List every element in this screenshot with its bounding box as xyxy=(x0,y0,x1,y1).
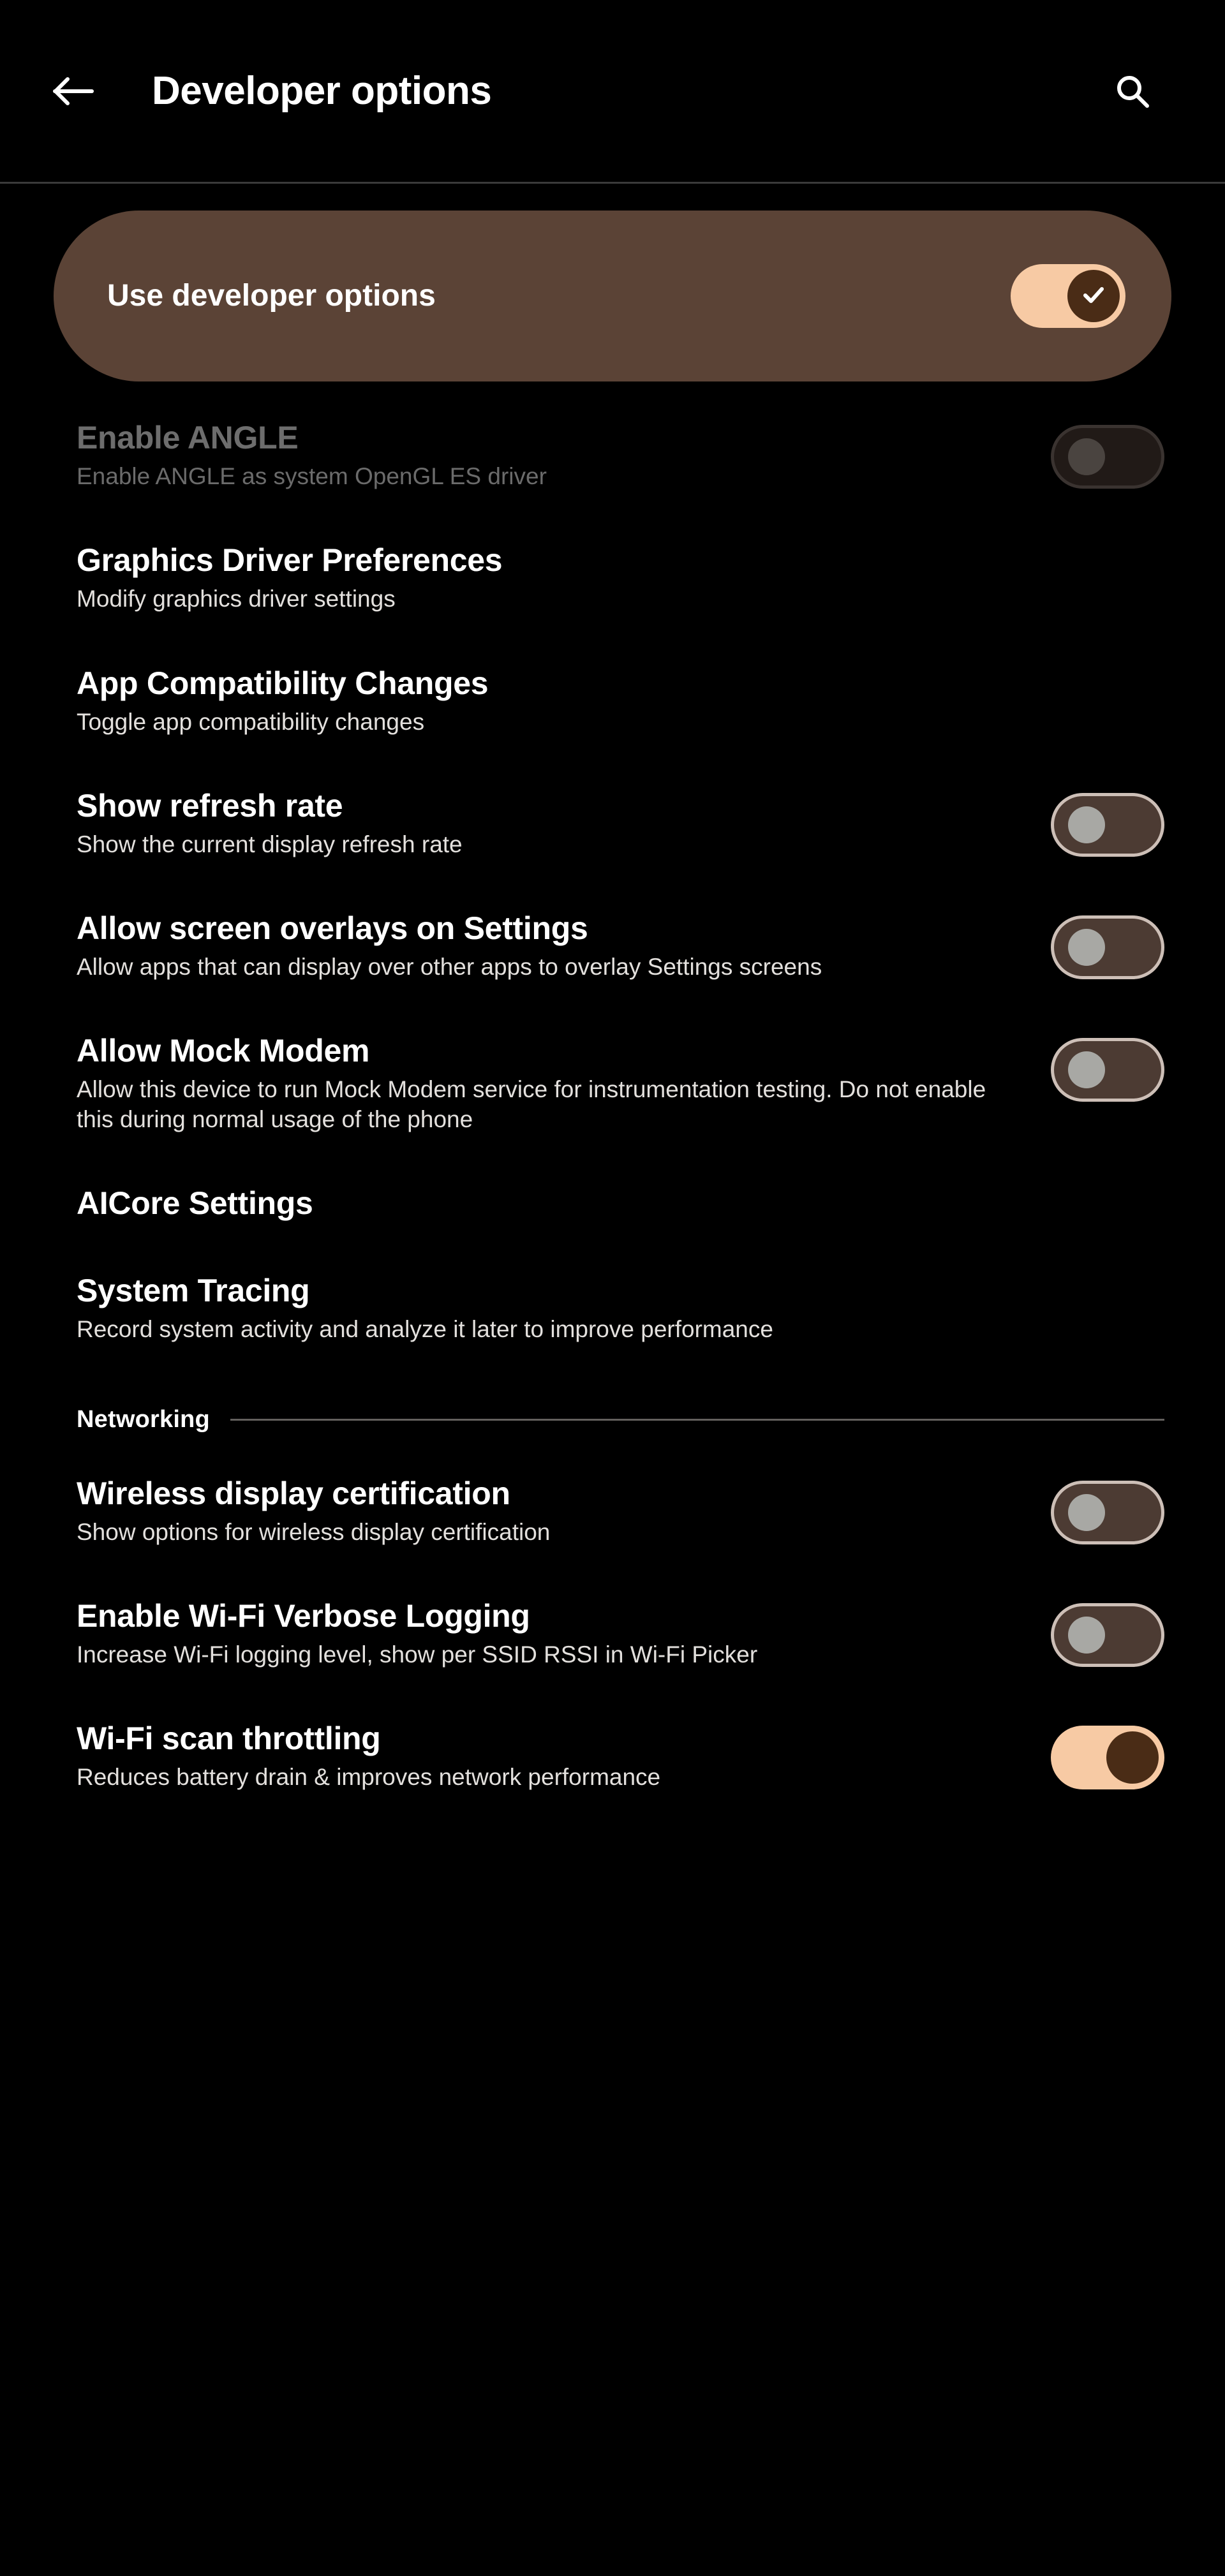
row-text: AICore Settings xyxy=(77,1185,1164,1222)
row-subtitle: Modify graphics driver settings xyxy=(77,586,396,612)
row-text: Graphics Driver Preferences Modify graph… xyxy=(77,542,1164,614)
search-icon xyxy=(1113,72,1152,110)
row-aicore-settings[interactable]: AICore Settings xyxy=(0,1160,1225,1248)
toggle-allow-mock-modem[interactable] xyxy=(1051,1038,1164,1102)
row-subtitle: Allow this device to run Mock Modem serv… xyxy=(77,1076,986,1132)
row-subtitle: Show the current display refresh rate xyxy=(77,831,463,857)
section-label: Networking xyxy=(77,1405,210,1433)
row-title: Enable Wi-Fi Verbose Logging xyxy=(77,1597,530,1634)
use-developer-options-banner[interactable]: Use developer options xyxy=(54,211,1171,381)
row-graphics-driver-preferences[interactable]: Graphics Driver Preferences Modify graph… xyxy=(0,517,1225,639)
toggle-thumb xyxy=(1068,438,1105,475)
toggle-enable-wifi-verbose-logging[interactable] xyxy=(1051,1603,1164,1667)
toggle-thumb xyxy=(1067,270,1120,322)
search-button[interactable] xyxy=(1101,59,1164,123)
toggle-thumb xyxy=(1068,1493,1105,1531)
toggle-wifi-scan-throttling[interactable] xyxy=(1051,1726,1164,1789)
row-app-compatibility-changes[interactable]: App Compatibility Changes Toggle app com… xyxy=(0,640,1225,762)
row-subtitle: Show options for wireless display certif… xyxy=(77,1518,551,1545)
row-subtitle: Increase Wi-Fi logging level, show per S… xyxy=(77,1641,758,1668)
row-text: Wi-Fi scan throttling Reduces battery dr… xyxy=(77,1721,1051,1792)
row-title: Show refresh rate xyxy=(77,787,343,824)
row-subtitle: Record system activity and analyze it la… xyxy=(77,1316,773,1343)
row-allow-screen-overlays[interactable]: Allow screen overlays on Settings Allow … xyxy=(0,885,1225,1007)
banner-spacer xyxy=(0,381,1225,394)
row-enable-angle[interactable]: Enable ANGLE Enable ANGLE as system Open… xyxy=(0,394,1225,517)
row-enable-wifi-verbose-logging[interactable]: Enable Wi-Fi Verbose Logging Increase Wi… xyxy=(0,1573,1225,1695)
toggle-thumb xyxy=(1068,1051,1105,1089)
row-text: Allow screen overlays on Settings Allow … xyxy=(77,910,1051,982)
row-title: Enable ANGLE xyxy=(77,420,299,455)
row-title: Graphics Driver Preferences xyxy=(77,542,503,579)
app-bar: Developer options xyxy=(0,0,1225,184)
row-text: Wireless display certification Show opti… xyxy=(77,1476,1051,1547)
section-header-networking: Networking xyxy=(0,1389,1225,1450)
arrow-left-icon xyxy=(52,75,94,108)
row-wireless-display-certification[interactable]: Wireless display certification Show opti… xyxy=(0,1450,1225,1573)
row-title: System Tracing xyxy=(77,1273,310,1309)
page-title: Developer options xyxy=(152,68,492,113)
toggle-thumb xyxy=(1106,1731,1159,1784)
row-title: App Compatibility Changes xyxy=(77,665,489,701)
use-developer-options-toggle[interactable] xyxy=(1011,264,1125,328)
row-subtitle: Toggle app compatibility changes xyxy=(77,708,425,735)
back-button[interactable] xyxy=(38,56,108,126)
toggle-allow-screen-overlays[interactable] xyxy=(1051,915,1164,979)
row-text: Enable Wi-Fi Verbose Logging Increase Wi… xyxy=(77,1598,1051,1669)
row-text: App Compatibility Changes Toggle app com… xyxy=(77,665,1164,737)
toggle-show-refresh-rate[interactable] xyxy=(1051,792,1164,857)
row-title: Wi-Fi scan throttling xyxy=(77,1721,381,1756)
row-text: System Tracing Record system activity an… xyxy=(77,1273,1164,1344)
row-subtitle: Allow apps that can display over other a… xyxy=(77,954,822,980)
toggle-thumb xyxy=(1068,806,1105,843)
row-title: Wireless display certification xyxy=(77,1475,510,1511)
row-title: Allow screen overlays on Settings xyxy=(77,910,588,946)
developer-options-screen: Developer options Use developer options xyxy=(0,0,1225,2576)
banner-label: Use developer options xyxy=(107,278,436,313)
row-wifi-scan-throttling[interactable]: Wi-Fi scan throttling Reduces battery dr… xyxy=(0,1695,1225,1817)
check-icon xyxy=(1079,280,1108,313)
row-title: Allow Mock Modem xyxy=(77,1033,370,1069)
row-show-refresh-rate[interactable]: Show refresh rate Show the current displ… xyxy=(0,762,1225,885)
toggle-wireless-display-certification[interactable] xyxy=(1051,1480,1164,1544)
row-title: AICore Settings xyxy=(77,1185,313,1221)
row-text: Enable ANGLE Enable ANGLE as system Open… xyxy=(77,420,1051,491)
row-text: Allow Mock Modem Allow this device to ru… xyxy=(77,1033,1051,1134)
row-text: Show refresh rate Show the current displ… xyxy=(77,788,1051,859)
toggle-thumb xyxy=(1068,929,1105,966)
row-system-tracing[interactable]: System Tracing Record system activity an… xyxy=(0,1247,1225,1370)
toggle-thumb xyxy=(1068,1616,1105,1654)
section-divider xyxy=(230,1418,1164,1421)
settings-list: Use developer options Enable ANGLE Enabl… xyxy=(0,184,1225,1817)
row-allow-mock-modem[interactable]: Allow Mock Modem Allow this device to ru… xyxy=(0,1007,1225,1160)
row-subtitle: Reduces battery drain & improves network… xyxy=(77,1764,661,1790)
row-subtitle: Enable ANGLE as system OpenGL ES driver xyxy=(77,463,547,489)
toggle-enable-angle[interactable] xyxy=(1051,425,1164,489)
